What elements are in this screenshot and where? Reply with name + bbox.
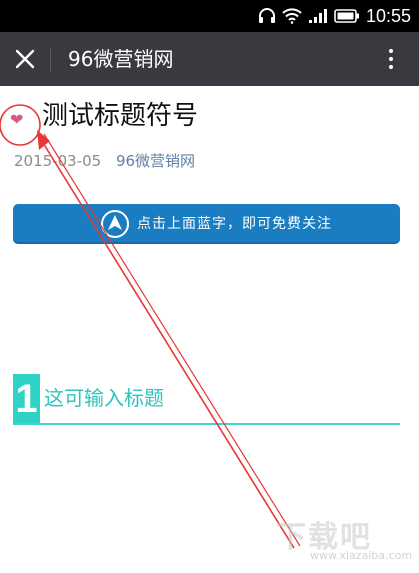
article-source-link[interactable]: 96微营销网 (116, 152, 195, 170)
section-underline (13, 423, 400, 425)
more-vertical-icon (389, 49, 393, 53)
arrow-up-circle-icon (101, 210, 129, 238)
close-button[interactable] (6, 40, 44, 78)
follow-banner[interactable]: 点击上面蓝字，即可免费关注 (13, 204, 400, 244)
follow-banner-text: 点击上面蓝字，即可免费关注 (137, 216, 332, 232)
article-meta: 2015-03-05 96微营销网 (14, 151, 195, 171)
app-bar-title: 96微营销网 (68, 47, 174, 71)
app-bar: 96微营销网 (0, 32, 419, 86)
status-icons: 10:55 (258, 5, 411, 27)
article-title: 测试标题符号 (42, 101, 199, 131)
watermark-url: www.xiazaiba.com (310, 549, 413, 562)
headphones-icon (258, 8, 275, 23)
annotation-arrow-line-2 (43, 133, 301, 547)
section-heading: 1 这可输入标题 (13, 374, 400, 426)
battery-icon (334, 9, 359, 23)
section-title: 这可输入标题 (44, 386, 164, 410)
status-time: 10:55 (365, 5, 411, 26)
wifi-icon (282, 8, 302, 24)
section-number: 1 (13, 374, 40, 424)
article-date: 2015-03-05 (14, 152, 102, 170)
annotation-arrow-line (39, 137, 295, 549)
status-bar: 10:55 (0, 0, 419, 32)
close-icon (15, 49, 35, 69)
signal-icon (308, 9, 327, 23)
heart-emoji-icon: ❤ (10, 110, 24, 129)
more-options-button[interactable] (383, 42, 399, 76)
app-bar-divider (50, 47, 51, 71)
